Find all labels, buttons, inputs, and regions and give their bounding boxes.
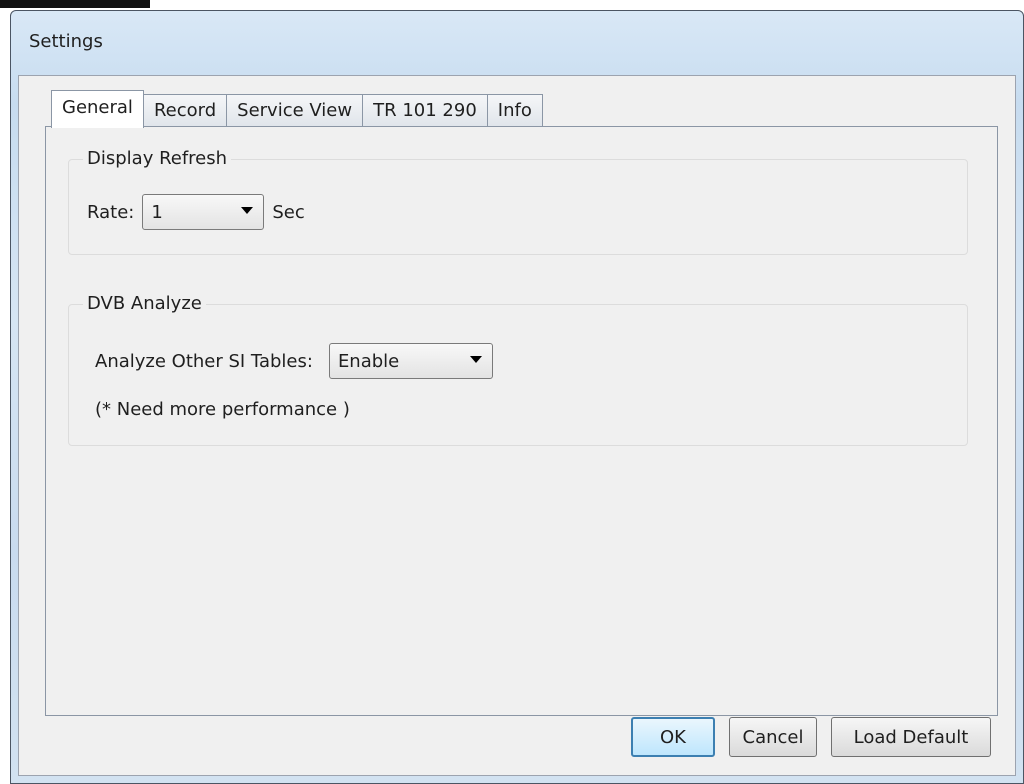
load-default-button[interactable]: Load Default xyxy=(831,717,991,757)
analyze-other-si-label: Analyze Other SI Tables: xyxy=(95,350,313,372)
dialog-client-area: General Record Service View TR 101 290 I… xyxy=(18,75,1016,776)
ok-button[interactable]: OK xyxy=(631,717,715,757)
display-refresh-group: Display Refresh Rate: 1 Sec xyxy=(68,148,968,255)
general-tab-panel: Display Refresh Rate: 1 Sec DVB Analyze … xyxy=(45,126,998,716)
tab-service-view[interactable]: Service View xyxy=(226,94,364,128)
rate-row: Rate: 1 Sec xyxy=(87,194,305,230)
tab-strip: General Record Service View TR 101 290 I… xyxy=(51,90,543,128)
window-title: Settings xyxy=(29,31,103,52)
seconds-unit-label: Sec xyxy=(272,201,305,223)
dvb-analyze-title: DVB Analyze xyxy=(83,293,206,314)
chevron-down-icon xyxy=(241,207,254,214)
analyze-other-si-row: Analyze Other SI Tables: Enable xyxy=(95,343,501,379)
tab-general[interactable]: General xyxy=(51,90,144,128)
performance-note-row: (* Need more performance ) xyxy=(95,399,350,420)
tab-record[interactable]: Record xyxy=(142,94,228,128)
chevron-down-icon xyxy=(469,356,482,363)
dialog-button-row: OK Cancel Load Default xyxy=(631,717,991,757)
top-edge-strip xyxy=(0,0,150,8)
settings-window: Settings General Record Service View TR … xyxy=(10,10,1024,784)
analyze-other-si-value: Enable xyxy=(337,350,400,372)
cancel-button[interactable]: Cancel xyxy=(729,717,817,757)
performance-note: (* Need more performance ) xyxy=(95,399,350,420)
title-bar[interactable]: Settings xyxy=(11,11,1023,75)
tab-tr-101-290[interactable]: TR 101 290 xyxy=(362,94,488,128)
rate-dropdown[interactable]: 1 xyxy=(142,194,265,230)
tab-info[interactable]: Info xyxy=(486,94,543,128)
rate-label: Rate: xyxy=(87,201,135,223)
rate-dropdown-value: 1 xyxy=(151,201,163,223)
display-refresh-title: Display Refresh xyxy=(83,148,232,169)
dvb-analyze-group: DVB Analyze Analyze Other SI Tables: Ena… xyxy=(68,293,968,446)
analyze-other-si-dropdown[interactable]: Enable xyxy=(328,343,493,379)
page: Settings General Record Service View TR … xyxy=(0,0,1024,784)
